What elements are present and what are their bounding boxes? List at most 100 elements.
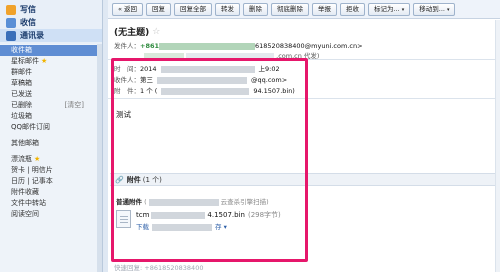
- sidebar-item[interactable]: 贺卡 | 明信片: [0, 165, 102, 176]
- header-divider: [108, 59, 500, 60]
- file-size: (298字节): [247, 211, 281, 219]
- toolbar-button[interactable]: « 返回: [112, 2, 144, 16]
- sidebar-item[interactable]: 收件箱: [0, 45, 102, 56]
- star-icon: ★: [34, 155, 41, 163]
- inbox-button[interactable]: 收信: [6, 16, 96, 29]
- attachment-header-count: (1 个): [142, 175, 162, 184]
- attachment-name-end[interactable]: 94.1507.bin): [253, 87, 295, 95]
- sidebar-item[interactable]: 附件收藏: [0, 187, 102, 198]
- file-name-prefix: tcm: [136, 211, 150, 219]
- pencil-icon: [6, 4, 16, 15]
- chevron-down-icon[interactable]: ▾: [224, 223, 227, 231]
- time-end: 上9:02: [258, 65, 280, 73]
- sidebar-scrollbar[interactable]: [97, 44, 102, 272]
- toolbar-button[interactable]: 举报: [312, 2, 338, 16]
- attachment-file[interactable]: tcm 4.1507.bin (298字节): [136, 210, 281, 220]
- redacted-block: [161, 87, 250, 95]
- sidebar-item-label: 附件收藏: [11, 188, 39, 196]
- attachment-label: 附 件：: [114, 87, 140, 95]
- chevron-down-icon: ▾: [401, 6, 405, 13]
- sidebar-item[interactable]: 星标邮件 ★: [0, 56, 102, 67]
- toolbar-button[interactable]: 拒收: [340, 2, 366, 16]
- sidebar-item[interactable]: 已删除 [清空]: [0, 100, 102, 111]
- sidebar-item-label: 垃圾箱: [11, 112, 32, 120]
- toolbar-button-label: 回复全部: [180, 4, 207, 13]
- sidebar-item-label: 已发送: [11, 90, 32, 98]
- toolbar-button[interactable]: 回复: [146, 2, 172, 16]
- sender-address[interactable]: 618520838400@myuni.com.cn>: [255, 42, 363, 50]
- toolbar-button-label: 标记为...: [374, 4, 400, 13]
- sidebar-item-label: 其他邮箱: [11, 139, 39, 147]
- toolbar-button[interactable]: 回复全部: [174, 2, 213, 16]
- sender-prefix[interactable]: +861: [140, 42, 159, 50]
- sidebar-item[interactable]: 其他邮箱: [0, 138, 102, 149]
- toolbar-button[interactable]: 移动到... ▾: [413, 2, 456, 16]
- empty-trash-link[interactable]: [清空]: [65, 100, 84, 111]
- sidebar-item-label: 草稿箱: [11, 79, 32, 87]
- body-divider: [108, 98, 500, 99]
- sidebar-item[interactable]: 阅读空间: [0, 209, 102, 220]
- sidebar-item[interactable]: 日历 | 记事本: [0, 176, 102, 187]
- sidebar-item[interactable]: 草稿箱: [0, 78, 102, 89]
- contacts-button[interactable]: 通讯录: [0, 29, 102, 42]
- to-label: 收件人：: [114, 76, 140, 84]
- toolbar-button-label: 拒收: [346, 4, 360, 13]
- toolbar-button[interactable]: 彻底删除: [271, 2, 310, 16]
- sidebar-item-label: 文件中转站: [11, 199, 46, 207]
- quick-reply-input[interactable]: 快速回复: +8618520838400: [114, 262, 203, 272]
- subject-text: (无主题): [114, 28, 150, 38]
- star-icon[interactable]: ☆: [152, 27, 160, 37]
- main-scrollbar[interactable]: [495, 20, 500, 272]
- redacted-block: [157, 76, 247, 84]
- toolbar-button-label: 举报: [318, 4, 332, 13]
- time-value: 2014: [140, 65, 157, 73]
- sidebar-item[interactable]: 已发送: [0, 89, 102, 100]
- envelope-icon: [6, 17, 16, 28]
- address-book-icon: [6, 30, 16, 41]
- save-link[interactable]: 存: [215, 223, 222, 231]
- toolbar-button-label: 移动到...: [419, 4, 445, 13]
- sidebar-item-label: 贺卡 | 明信片: [11, 166, 53, 174]
- toolbar-button-label: « 返回: [118, 4, 138, 13]
- to-value[interactable]: 第三: [140, 76, 153, 84]
- redacted-block: [160, 65, 255, 73]
- toolbar-button[interactable]: 删除: [243, 2, 269, 16]
- sidebar-item-label: 已删除: [11, 101, 32, 109]
- to-row: 收件人：第三 @qq.com>: [114, 74, 287, 84]
- download-link[interactable]: 下载: [136, 223, 149, 231]
- toolbar-button[interactable]: 转发: [215, 2, 241, 16]
- chevron-down-icon: ▾: [446, 6, 450, 13]
- attachment-row: 附 件：1 个 ( 94.1507.bin): [114, 85, 295, 95]
- attachment-header-label: 附件: [126, 175, 141, 184]
- paperclip-icon: 🔗: [115, 175, 124, 184]
- attachment-type: 普通附件 (云查杀引擎扫描): [116, 196, 269, 206]
- attachment-scan-note-end: 云查杀引擎扫描): [220, 198, 269, 206]
- mail-view: « 返回 回复 回复全部 转发 删除 彻底删除 举报 拒收 标记为... ▾ 移动到... ▾ (无主…: [108, 0, 500, 272]
- sidebar-item-label: 星标邮件: [11, 57, 39, 65]
- toolbar-button-label: 回复: [152, 4, 166, 13]
- sidebar-top: 写信 收信 通讯录: [0, 0, 102, 44]
- folder-list: 收件箱 星标邮件 ★ 群邮件 草稿箱 已发送 已删除 [清空] 垃圾箱 QQ邮件订阅 其他邮箱 漂流瓶…: [0, 44, 102, 220]
- toolbar-button-label: 彻底删除: [277, 4, 304, 13]
- sidebar-item[interactable]: 垃圾箱: [0, 111, 102, 122]
- to-end[interactable]: @qq.com>: [251, 76, 287, 84]
- file-icon[interactable]: [116, 210, 131, 228]
- sidebar-item-label: 阅读空间: [11, 210, 39, 218]
- sidebar-item[interactable]: 文件中转站: [0, 198, 102, 209]
- sidebar-item[interactable]: 漂流瓶 ★: [0, 154, 102, 165]
- sender-row: 发件人：+861 618520838400@myuni.com.cn>: [114, 40, 363, 50]
- sidebar-item-label: 收件箱: [11, 46, 32, 54]
- toolbar: « 返回 回复 回复全部 转发 删除 彻底删除 举报 拒收 标记为... ▾ 移动到... ▾: [108, 0, 500, 19]
- toolbar-button-label: 删除: [249, 4, 263, 13]
- attachment-count[interactable]: 1 个 (: [140, 87, 157, 95]
- sidebar: 写信 收信 通讯录 收件箱 星标邮件 ★ 群邮件 草稿箱 已发送 已删除 [清空] 垃圾箱 QQ邮…: [0, 0, 103, 272]
- write-label: 写信: [20, 5, 36, 14]
- sidebar-item[interactable]: QQ邮件订阅: [0, 122, 102, 133]
- toolbar-button[interactable]: 标记为... ▾: [368, 2, 411, 16]
- write-button[interactable]: 写信: [6, 3, 96, 16]
- redacted-block: [159, 42, 256, 50]
- sidebar-item-label: 漂流瓶: [11, 155, 32, 163]
- time-row: 时 间：2014 上9:02: [114, 63, 280, 73]
- mail-body: 测试: [116, 110, 131, 119]
- sidebar-item[interactable]: 群邮件: [0, 67, 102, 78]
